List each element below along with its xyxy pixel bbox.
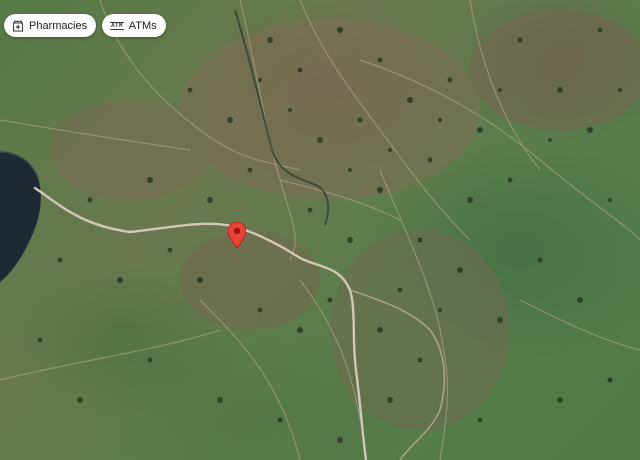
location-pin-icon[interactable] — [227, 221, 247, 249]
pharmacies-chip-label: Pharmacies — [29, 19, 88, 32]
satellite-imagery — [0, 0, 640, 460]
terrain-patches — [50, 10, 640, 430]
pharmacies-chip[interactable]: Pharmacies — [4, 14, 97, 37]
main-road — [33, 186, 368, 460]
pharmacy-icon — [12, 20, 24, 32]
atms-chip[interactable]: ATM ATMs — [102, 14, 166, 37]
atms-chip-label: ATMs — [128, 19, 157, 32]
filter-chips: Pharmacies ATM ATMs — [4, 14, 166, 37]
atm-icon: ATM — [110, 21, 124, 30]
map-view[interactable]: Pharmacies ATM ATMs — [0, 0, 640, 460]
